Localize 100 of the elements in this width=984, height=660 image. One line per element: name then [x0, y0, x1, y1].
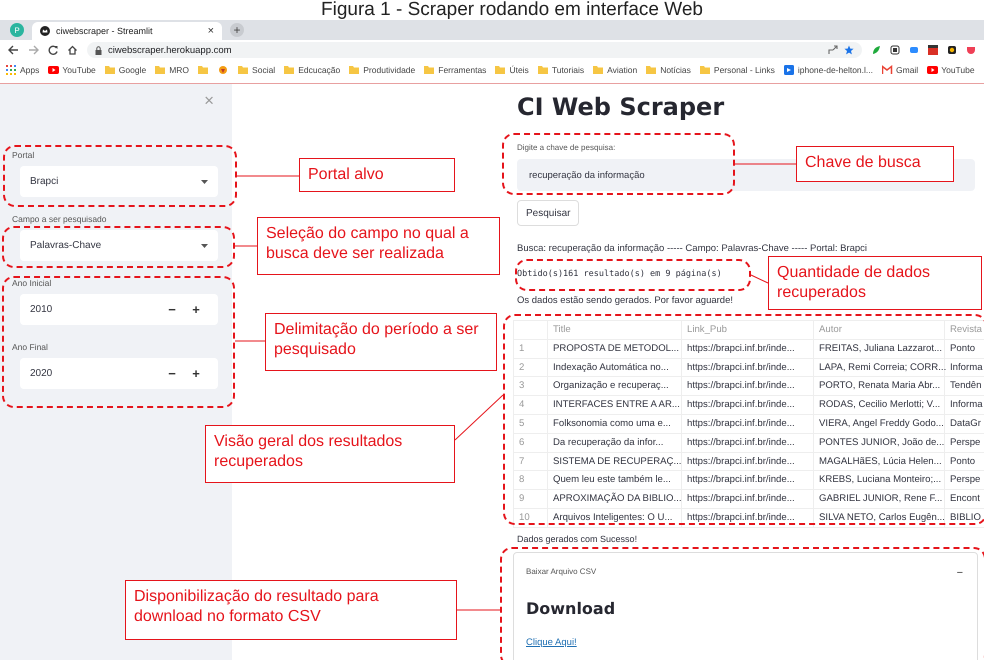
bookmark[interactable]: iphone-de-helton.l...: [784, 65, 873, 75]
folder-icon: [495, 65, 506, 75]
mail-icon: [882, 65, 893, 75]
leader-line: [234, 340, 266, 342]
row-index: 10: [514, 508, 548, 528]
table-cell: FREITAS, Juliana Lazzarot...: [814, 340, 945, 359]
table-cell: Arquivos Inteligentes: O U...: [548, 508, 682, 528]
new-tab-button[interactable]: +: [230, 23, 244, 37]
table-cell: Organização e recuperaç...: [548, 377, 682, 396]
row-index: 6: [514, 434, 548, 453]
table-cell: Folksonomia como uma e...: [548, 414, 682, 434]
table-cell: RODAS, Cecilio Merlotti; V...: [814, 396, 945, 415]
tab-title: ciwebscraper - Streamlit: [56, 26, 154, 36]
table-cell: Da recuperação da infor...: [548, 434, 682, 453]
play-icon: [927, 65, 938, 75]
number-field[interactable]: 2020 − +: [20, 358, 218, 389]
table-cell: SISTEMA DE RECUPERAÇ...: [548, 452, 682, 472]
expander-title[interactable]: Baixar Arquivo CSV: [526, 566, 957, 579]
bookmark[interactable]: Social: [238, 65, 276, 75]
table-cell: Indexação Automática no...: [548, 358, 682, 378]
caret-icon: [201, 180, 208, 184]
column-header: Link_Pub: [682, 321, 814, 340]
table-cell: PONTES JUNIOR, João de...: [814, 434, 945, 453]
table-cell: KREBS, Luciana Monteiro;...: [814, 471, 945, 490]
play-icon: [784, 65, 795, 75]
extension-icon[interactable]: [947, 45, 957, 55]
select-field[interactable]: Palavras-Chave: [20, 230, 218, 261]
folder-icon: [700, 65, 711, 75]
column-header: Title: [548, 321, 682, 340]
reload-icon[interactable]: [48, 45, 58, 55]
bookmark[interactable]: YouTube: [927, 65, 975, 75]
address-bar[interactable]: ciwebscraper.herokuapp.com: [87, 42, 862, 58]
increment-button[interactable]: +: [184, 366, 208, 381]
lock-icon: [95, 46, 102, 54]
home-icon[interactable]: [67, 45, 78, 55]
column-header: Autor: [814, 321, 945, 340]
play-icon: [48, 65, 60, 75]
square-icon[interactable]: [890, 45, 900, 55]
download-link[interactable]: Clique Aqui!: [526, 636, 577, 648]
bookmark[interactable]: YouTube: [48, 65, 96, 75]
column-header: Revista: [945, 321, 984, 340]
table-cell: https://brapci.inf.br/inde...: [682, 434, 814, 453]
status-message: Os dados estão sendo gerados. Por favor aguarde!: [517, 295, 733, 306]
bookmark[interactable]: Notícias: [646, 65, 691, 75]
field-label: Ano Final: [12, 342, 49, 354]
bookmark[interactable]: Edcucação: [284, 65, 340, 75]
callout-tooltip: Delimitação do período a ser pesquisado: [265, 313, 497, 371]
table-cell: INTERFACES ENTRE A AR...: [548, 396, 682, 415]
table-cell: https://brapci.inf.br/inde...: [682, 414, 814, 434]
bookmark[interactable]: Tutoriais: [538, 65, 584, 75]
field-label: Ano Inicial: [12, 278, 52, 290]
bookmark[interactable]: Ferramentas: [424, 65, 486, 75]
section-heading: Download: [526, 598, 616, 618]
collapse-button[interactable]: −: [956, 566, 963, 579]
table-cell: LAPA, Remi Correia; CORR...: [814, 358, 945, 378]
number-field[interactable]: 2010 − +: [20, 294, 218, 325]
caret-icon: [201, 244, 208, 248]
folder-icon: [349, 65, 360, 75]
folder-icon: [593, 65, 604, 75]
success-message: Dados gerados com Sucesso!: [517, 534, 638, 544]
table-cell: Ponto: [945, 452, 984, 472]
table-cell: GABRIEL JUNIOR, Rene F...: [814, 490, 945, 509]
browser-tab[interactable]: ciwebscraper - Streamlit ×: [32, 22, 222, 40]
folder-icon: [538, 65, 549, 75]
table-cell: PORTO, Renata Maria Abr...: [814, 377, 945, 396]
table-cell: Encont: [945, 490, 984, 509]
bookmark[interactable]: Aviation: [593, 65, 638, 75]
bookmark[interactable]: Google: [104, 65, 146, 75]
row-index: 3: [514, 377, 548, 396]
bookmark[interactable]: Personal - Links: [700, 65, 775, 75]
bookmark[interactable]: Gmail: [882, 65, 918, 75]
callout-tooltip: Chave de busca: [796, 146, 954, 182]
table-cell: VIERA, Angel Freddy Godo...: [814, 414, 945, 434]
table-cell: SILVA NETO, Carlos Eugên...: [814, 508, 945, 528]
share-icon[interactable]: [828, 45, 838, 55]
bookmark[interactable]: MRO: [155, 65, 190, 75]
select-field[interactable]: Brapci: [20, 166, 218, 197]
search-button[interactable]: Pesquisar: [517, 200, 580, 226]
bookmark[interactable]: Apps: [6, 65, 40, 75]
table-cell: DataGr: [945, 414, 984, 434]
table-cell: Perspe: [945, 434, 984, 453]
leaf-icon[interactable]: [871, 45, 881, 55]
close-tab-button[interactable]: ×: [208, 25, 214, 37]
decrement-button[interactable]: −: [160, 366, 184, 381]
decrement-button[interactable]: −: [160, 302, 184, 317]
row-index: 2: [514, 358, 548, 378]
bookmark[interactable]: Produtividade: [349, 65, 416, 75]
star-icon[interactable]: [844, 45, 854, 55]
leader-line: [454, 394, 504, 440]
table-cell: Perspe: [945, 471, 984, 490]
table-cell: https://brapci.inf.br/inde...: [682, 340, 814, 359]
row-index: 4: [514, 396, 548, 415]
back-icon[interactable]: [8, 45, 19, 55]
increment-button[interactable]: +: [184, 302, 208, 317]
bookmark[interactable]: Úteis: [495, 65, 529, 75]
row-index: 7: [514, 452, 548, 472]
table-cell: https://brapci.inf.br/inde...: [682, 490, 814, 509]
table-cell: APROXIMAÇÃO DA BIBLIO...: [548, 490, 682, 509]
field-label: Portal: [12, 150, 36, 162]
page-title: CI Web Scraper: [517, 92, 726, 123]
